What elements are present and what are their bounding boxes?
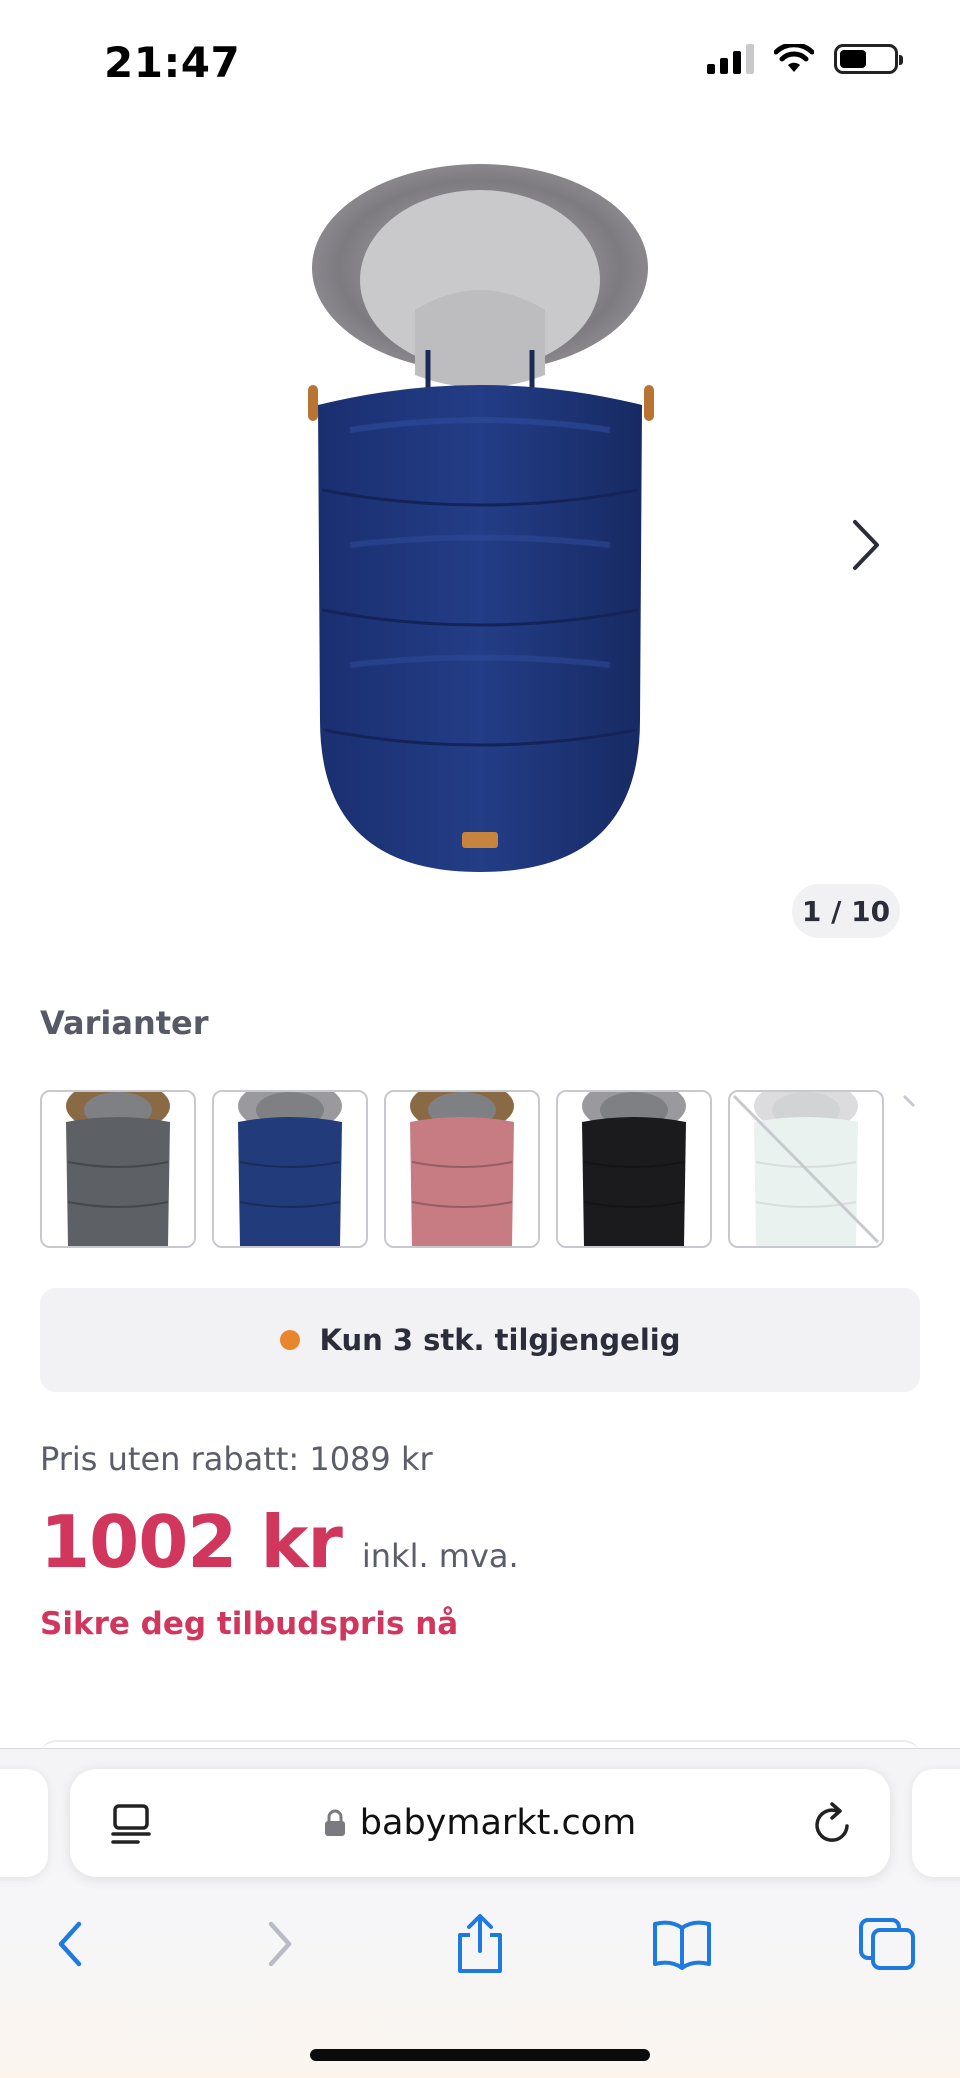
url-display: babymarkt.com — [70, 1769, 890, 1877]
variant-image — [410, 1092, 514, 1246]
next-tab-preview[interactable] — [912, 1769, 960, 1877]
url-text[interactable]: babymarkt.com — [360, 1803, 636, 1843]
variant-scroll-indicator — [900, 1090, 940, 1248]
address-bar[interactable]: babymarkt.com — [70, 1769, 890, 1877]
variants-heading: Varianter — [40, 1004, 209, 1042]
current-price: 1002 kr — [40, 1500, 343, 1584]
variant-list — [40, 1090, 960, 1248]
variant-thumbnail[interactable] — [384, 1090, 540, 1248]
availability-text: Kun 3 stk. tilgjengelig — [319, 1323, 681, 1357]
vat-note: inkl. mva. — [361, 1537, 519, 1575]
battery-icon — [834, 44, 903, 74]
offer-text: Sikre deg tilbudspris nå — [40, 1606, 459, 1642]
product-page: 21:47 1 / 10 Varianter Kun 3 stk. tilgje… — [0, 0, 960, 2078]
product-gallery[interactable]: 1 / 10 — [0, 140, 960, 960]
share-icon[interactable] — [445, 1909, 515, 1979]
variant-thumbnail[interactable] — [728, 1090, 884, 1248]
page-menu-icon[interactable] — [110, 1803, 152, 1845]
image-counter: 1 / 10 — [792, 884, 900, 938]
reload-icon[interactable] — [810, 1801, 856, 1847]
navigation-toolbar — [0, 1909, 960, 1989]
status-bar: 21:47 — [0, 0, 960, 120]
lock-icon — [324, 1809, 345, 1836]
bookmarks-icon[interactable] — [647, 1909, 717, 1979]
sold-out-strike-icon — [732, 1094, 880, 1244]
variant-image — [238, 1092, 342, 1246]
tabs-icon[interactable] — [852, 1909, 922, 1979]
back-icon[interactable] — [36, 1909, 106, 1979]
product-image[interactable] — [300, 160, 660, 880]
original-price: Pris uten rabatt: 1089 kr — [40, 1440, 433, 1478]
variant-image — [66, 1092, 170, 1246]
price-row: 1002 kr inkl. mva. — [40, 1500, 519, 1584]
forward-icon[interactable] — [244, 1909, 314, 1979]
status-time: 21:47 — [104, 38, 241, 87]
variant-thumbnail[interactable] — [212, 1090, 368, 1248]
availability-banner: Kun 3 stk. tilgjengelig — [40, 1288, 920, 1392]
wifi-icon — [774, 44, 814, 72]
availability-dot-icon — [279, 1330, 300, 1350]
variant-thumbnail[interactable] — [40, 1090, 196, 1248]
previous-tab-preview[interactable] — [0, 1769, 48, 1877]
home-indicator — [310, 2049, 650, 2061]
cellular-signal-icon — [707, 44, 754, 74]
chevron-right-icon[interactable] — [840, 510, 890, 580]
variant-image — [582, 1092, 686, 1246]
browser-toolbar: babymarkt.com — [0, 1748, 960, 2078]
variant-thumbnail[interactable] — [556, 1090, 712, 1248]
status-icons — [707, 44, 903, 74]
